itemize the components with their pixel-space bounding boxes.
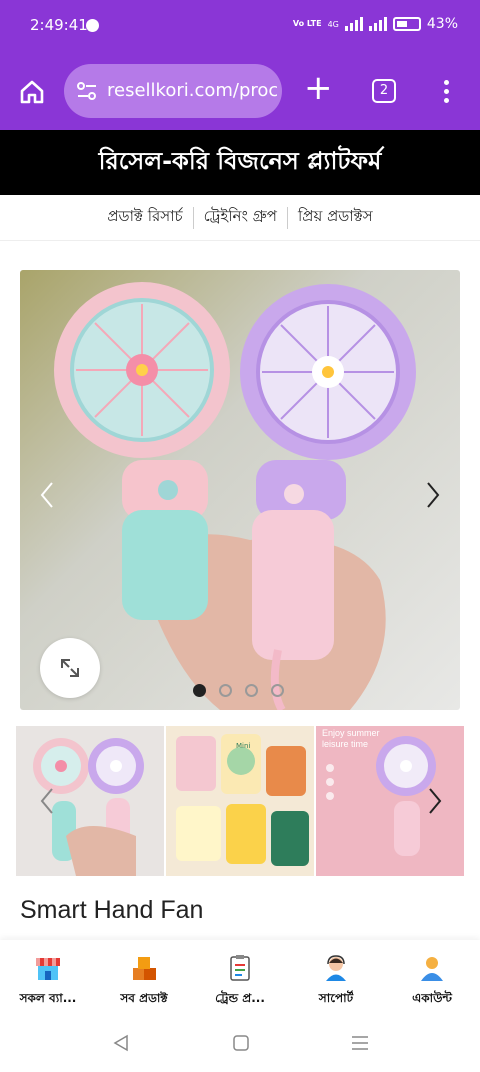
thumb-next-arrow-icon[interactable] (424, 781, 448, 821)
bottom-nav-label: সকল ব্যা... (19, 991, 77, 1005)
sub-navigation: প্রডাক্ট রিসার্চ ট্রেইনিং গ্রুপ প্রিয় প… (0, 195, 480, 241)
thumbnail-3[interactable]: Enjoy summer leisure time (316, 726, 464, 876)
thumb-prev-arrow-icon[interactable] (34, 781, 58, 821)
signal-icon-2 (368, 17, 387, 31)
battery-percent: 43% (426, 16, 458, 32)
bottom-nav-all-products[interactable]: সব প্রডাক্ট (96, 940, 192, 1012)
bottom-nav-all-businesses[interactable]: সকল ব্যা... (0, 940, 96, 1012)
browser-toolbar: resellkori.com/proc + 2 (0, 56, 480, 130)
bottom-nav-trending-products[interactable]: ট্রেন্ড প্র... (192, 940, 288, 1012)
back-icon[interactable] (112, 1034, 130, 1052)
signal-icon (344, 17, 363, 31)
account-icon (421, 957, 443, 981)
messenger-icon (86, 19, 99, 32)
site-settings-icon[interactable] (76, 81, 98, 101)
bottom-nav-label: একাউন্ট (412, 991, 452, 1005)
carousel-indicators (193, 684, 284, 697)
status-bar: 2:49:41 Vo LTE 4G 43% (0, 0, 480, 56)
new-tab-icon[interactable]: + (304, 71, 333, 105)
url-text[interactable]: resellkori.com/proc (107, 80, 277, 101)
address-bar[interactable]: resellkori.com/proc (64, 64, 282, 118)
svg-text:Mini: Mini (236, 742, 250, 750)
overflow-menu-icon[interactable] (440, 78, 452, 106)
prev-arrow-icon[interactable] (34, 475, 58, 515)
bottom-nav-account[interactable]: একাউন্ট (384, 940, 480, 1012)
carousel-dot[interactable] (219, 684, 232, 697)
subnav-training-group[interactable]: ট্রেইনিং গ্রুপ (194, 205, 287, 230)
site-banner: রিসেল-করি বিজনেস প্ল্যাটফর্ম (0, 130, 480, 195)
boxes-icon (133, 957, 156, 980)
thumbnail-2[interactable]: Mini (166, 726, 314, 876)
carousel-dot[interactable] (193, 684, 206, 697)
battery-icon (392, 17, 421, 31)
home-square-icon[interactable] (232, 1034, 250, 1052)
tabs-icon[interactable]: 2 (372, 79, 396, 103)
bottom-nav-label: ট্রেন্ড প্র... (215, 991, 265, 1005)
bottom-nav-label: সব প্রডাক্ট (120, 991, 168, 1005)
carousel-dot[interactable] (245, 684, 258, 697)
status-time: 2:49:41 (30, 16, 88, 34)
system-navigation-bar (0, 1012, 480, 1072)
expand-image-button[interactable] (40, 638, 100, 698)
carousel-dot[interactable] (271, 684, 284, 697)
product-title: Smart Hand Fan (20, 896, 204, 924)
subnav-favorite-products[interactable]: প্রিয় প্রডাক্টস (288, 205, 383, 230)
next-arrow-icon[interactable] (422, 475, 446, 515)
bottom-nav-support[interactable]: সাপোর্ট (288, 940, 384, 1012)
expand-icon (61, 659, 79, 677)
status-right: Vo LTE 4G 43% (293, 16, 458, 32)
bottom-navigation: সকল ব্যা... সব প্রডাক্ট ট্রেন্ড প্র... স… (0, 940, 480, 1012)
thumbnail-1[interactable] (16, 726, 164, 876)
store-icon (36, 958, 60, 980)
recents-icon[interactable] (350, 1034, 370, 1052)
volte-label: Vo LTE (292, 19, 322, 28)
support-agent-icon (326, 955, 346, 981)
clipboard-icon (230, 955, 250, 981)
network-gen: 4G (327, 19, 339, 29)
thumbnail-strip: Mini Enjoy summer leisure time (16, 726, 464, 876)
thumbnail-caption: Enjoy summer leisure time (322, 728, 380, 749)
bottom-nav-label: সাপোর্ট (318, 991, 354, 1005)
subnav-product-research[interactable]: প্রডাক্ট রিসার্চ (97, 205, 192, 230)
home-icon[interactable] (18, 78, 46, 106)
